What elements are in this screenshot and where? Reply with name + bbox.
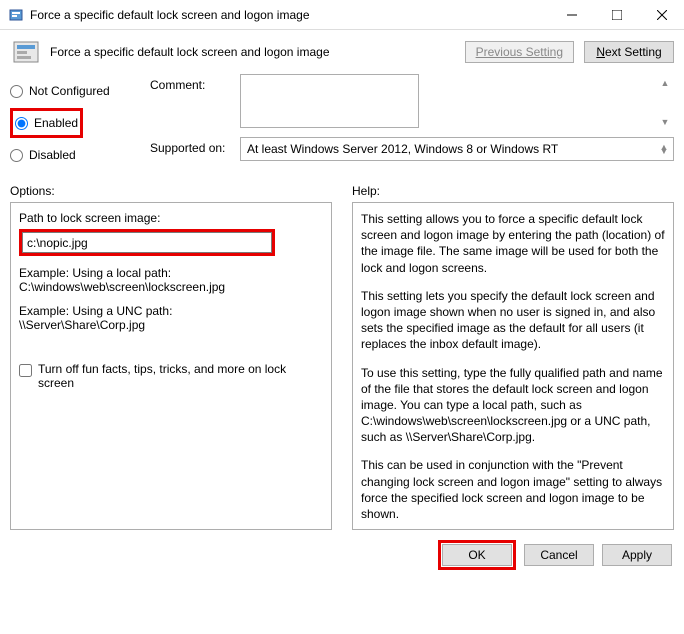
help-p3: To use this setting, type the fully qual… <box>361 365 665 446</box>
setting-icon <box>10 36 42 68</box>
ok-button-highlight: OK <box>438 540 516 570</box>
help-p4: This can be used in conjunction with the… <box>361 457 665 522</box>
radio-not-configured-input[interactable] <box>10 85 23 98</box>
close-button[interactable] <box>639 0 684 30</box>
path-label: Path to lock screen image: <box>19 211 323 225</box>
scroll-down-icon[interactable]: ▼ <box>657 144 671 158</box>
help-p2: This setting lets you specify the defaul… <box>361 288 665 353</box>
turnoff-checkbox-row[interactable]: Turn off fun facts, tips, tricks, and mo… <box>19 362 323 390</box>
window-title: Force a specific default lock screen and… <box>30 8 549 22</box>
radio-enabled[interactable]: Enabled <box>15 112 78 134</box>
radio-disabled-input[interactable] <box>10 149 23 162</box>
radio-not-configured-label: Not Configured <box>29 84 110 98</box>
supported-on-box: At least Windows Server 2012, Windows 8 … <box>240 137 674 161</box>
example-local-value: C:\windows\web\screen\lockscreen.jpg <box>19 280 323 294</box>
app-icon <box>8 7 24 23</box>
help-box: This setting allows you to force a speci… <box>352 202 674 530</box>
scroll-down-icon[interactable]: ▼ <box>658 115 672 129</box>
example-unc-label: Example: Using a UNC path: <box>19 304 323 318</box>
next-setting-button[interactable]: Next Setting <box>584 41 674 63</box>
radio-disabled-label: Disabled <box>29 148 76 162</box>
radio-enabled-highlight: Enabled <box>10 108 83 138</box>
radio-enabled-input[interactable] <box>15 117 28 130</box>
state-radios: Not Configured Enabled Disabled <box>10 74 150 172</box>
supported-label: Supported on: <box>150 137 240 161</box>
turnoff-checkbox[interactable] <box>19 364 32 377</box>
help-label: Help: <box>352 180 674 202</box>
apply-button[interactable]: Apply <box>602 544 672 566</box>
comment-label: Comment: <box>150 74 240 131</box>
scroll-up-icon[interactable]: ▲ <box>658 76 672 90</box>
ok-button[interactable]: OK <box>442 544 512 566</box>
example-unc-value: \\Server\Share\Corp.jpg <box>19 318 323 332</box>
maximize-button[interactable] <box>594 0 639 30</box>
options-box: Path to lock screen image: Example: Usin… <box>10 202 332 530</box>
options-label: Options: <box>10 180 332 202</box>
turnoff-checkbox-label: Turn off fun facts, tips, tricks, and mo… <box>38 362 323 390</box>
previous-setting-button[interactable]: Previous Setting <box>465 41 574 63</box>
footer: OK Cancel Apply <box>0 530 684 580</box>
setting-title: Force a specific default lock screen and… <box>50 45 455 59</box>
config-section: Not Configured Enabled Disabled Comment:… <box>0 74 684 180</box>
help-p1: This setting allows you to force a speci… <box>361 211 665 276</box>
minimize-button[interactable] <box>549 0 594 30</box>
subheader: Force a specific default lock screen and… <box>0 30 684 74</box>
titlebar: Force a specific default lock screen and… <box>0 0 684 30</box>
comment-input[interactable] <box>240 74 419 128</box>
supported-on-text: At least Windows Server 2012, Windows 8 … <box>247 142 558 156</box>
path-input-highlight <box>19 229 275 256</box>
path-input[interactable] <box>22 232 272 253</box>
radio-not-configured[interactable]: Not Configured <box>10 80 150 102</box>
example-local-label: Example: Using a local path: <box>19 266 323 280</box>
radio-disabled[interactable]: Disabled <box>10 144 150 166</box>
radio-enabled-label: Enabled <box>34 116 78 130</box>
cancel-button[interactable]: Cancel <box>524 544 594 566</box>
